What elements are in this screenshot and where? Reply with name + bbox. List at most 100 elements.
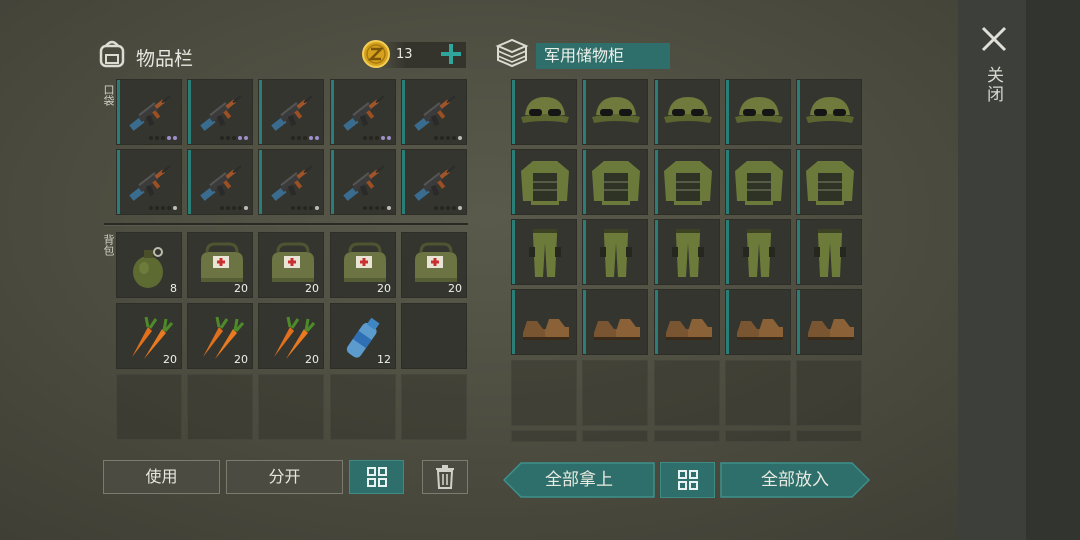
backpack-slot[interactable]: 20	[401, 232, 467, 298]
sort-button[interactable]	[349, 460, 404, 494]
rarity-dot	[387, 206, 391, 210]
cabinet-empty-slot[interactable]	[582, 360, 648, 426]
pocket-slot[interactable]	[187, 149, 253, 215]
cabinet-empty-slot[interactable]	[796, 430, 862, 442]
rarity-dot	[446, 136, 450, 140]
cabinet-slot[interactable]	[654, 149, 720, 215]
military-cap-icon	[521, 97, 569, 123]
slot-strip	[188, 80, 191, 144]
backpack-slot[interactable]: 20	[330, 232, 396, 298]
military-boots-icon	[737, 319, 783, 340]
cabinet-slot[interactable]	[725, 219, 791, 285]
cabinet-slot[interactable]	[796, 289, 862, 355]
trash-icon	[436, 465, 454, 489]
cabinet-slot[interactable]	[511, 219, 577, 285]
rarity-dot	[161, 136, 165, 140]
backpack-slot[interactable]	[187, 374, 253, 440]
backpack-slot[interactable]	[116, 374, 182, 440]
cabinet-slot[interactable]	[654, 219, 720, 285]
rarity-dot	[297, 206, 301, 210]
ak-rifle-icon	[200, 165, 242, 201]
pocket-label: 口袋	[102, 84, 115, 106]
cabinet-empty-slot[interactable]	[725, 430, 791, 442]
cabinet-slot[interactable]	[582, 149, 648, 215]
backpack-icon	[99, 40, 125, 68]
cabinet-slot[interactable]	[796, 149, 862, 215]
close-label[interactable]: 关闭	[982, 66, 1006, 104]
military-pants-icon	[743, 229, 775, 277]
cabinet-empty-slot[interactable]	[582, 430, 648, 442]
backpack-slot[interactable]	[258, 374, 324, 440]
rarity-dot	[161, 206, 165, 210]
slot-strip	[512, 80, 515, 144]
pocket-slot[interactable]	[401, 149, 467, 215]
backpack-slot[interactable]: 20	[187, 303, 253, 369]
backpack-slot[interactable]	[330, 374, 396, 440]
backpack-slot[interactable]: 20	[187, 232, 253, 298]
add-coins-button[interactable]	[438, 41, 464, 67]
cabinet-slot[interactable]	[725, 79, 791, 145]
cabinet-icon	[495, 38, 529, 68]
cabinet-empty-slot[interactable]	[511, 360, 577, 426]
rarity-dot	[381, 136, 385, 140]
military-boots-icon	[594, 319, 640, 340]
pocket-slot[interactable]	[258, 149, 324, 215]
cabinet-slot[interactable]	[654, 79, 720, 145]
close-icon[interactable]	[975, 20, 1013, 58]
cabinet-empty-slot[interactable]	[725, 360, 791, 426]
cabinet-slot[interactable]	[796, 219, 862, 285]
rarity-dot	[232, 136, 236, 140]
pocket-slot[interactable]	[116, 79, 182, 145]
backpack-slot[interactable]: 20	[258, 303, 324, 369]
item-count: 20	[305, 282, 319, 295]
split-button[interactable]: 分开	[226, 460, 343, 494]
cabinet-slot[interactable]	[511, 289, 577, 355]
put-all-button[interactable]: 全部放入	[720, 462, 870, 498]
cabinet-empty-slot[interactable]	[654, 430, 720, 442]
item-count: 20	[163, 353, 177, 366]
backpack-slot[interactable]: 20	[258, 232, 324, 298]
military-cap-icon	[806, 97, 854, 123]
cabinet-empty-slot[interactable]	[654, 360, 720, 426]
slot-strip	[655, 220, 658, 284]
backpack-slot[interactable]: 8	[116, 232, 182, 298]
pocket-slot[interactable]	[401, 79, 467, 145]
pocket-slot[interactable]	[330, 79, 396, 145]
cabinet-slot[interactable]	[582, 289, 648, 355]
rarity-dot	[173, 206, 177, 210]
rarity-dot	[297, 136, 301, 140]
backpack-slot[interactable]	[401, 374, 467, 440]
rarity-dot	[238, 206, 242, 210]
cabinet-empty-slot[interactable]	[511, 430, 577, 442]
cabinet-slot[interactable]	[725, 149, 791, 215]
slot-strip	[797, 80, 800, 144]
cabinet-slot[interactable]	[654, 289, 720, 355]
pocket-slot[interactable]	[258, 79, 324, 145]
take-all-button[interactable]: 全部拿上	[503, 462, 655, 498]
cabinet-empty-slot[interactable]	[796, 360, 862, 426]
backpack-slot[interactable]: 12	[330, 303, 396, 369]
rarity-dot	[226, 206, 230, 210]
cabinet-slot[interactable]	[582, 79, 648, 145]
ak-rifle-icon	[343, 165, 385, 201]
military-pants-icon	[814, 229, 846, 277]
cabinet-sort-button[interactable]	[660, 462, 715, 498]
rarity-dot	[220, 136, 224, 140]
slot-strip	[726, 150, 729, 214]
cabinet-slot[interactable]	[582, 219, 648, 285]
slot-strip	[655, 150, 658, 214]
pocket-slot[interactable]	[187, 79, 253, 145]
grid-icon	[677, 470, 698, 490]
pocket-slot[interactable]	[330, 149, 396, 215]
cabinet-slot[interactable]	[725, 289, 791, 355]
discard-button[interactable]	[422, 460, 468, 494]
cabinet-slot[interactable]	[796, 79, 862, 145]
cabinet-slot[interactable]	[511, 149, 577, 215]
use-button[interactable]: 使用	[103, 460, 220, 494]
backpack-slot[interactable]: 20	[116, 303, 182, 369]
cabinet-slot[interactable]	[511, 79, 577, 145]
backpack-slot[interactable]	[401, 303, 467, 369]
slot-strip	[655, 290, 658, 354]
take-all-label: 全部拿上	[545, 470, 613, 490]
pocket-slot[interactable]	[116, 149, 182, 215]
